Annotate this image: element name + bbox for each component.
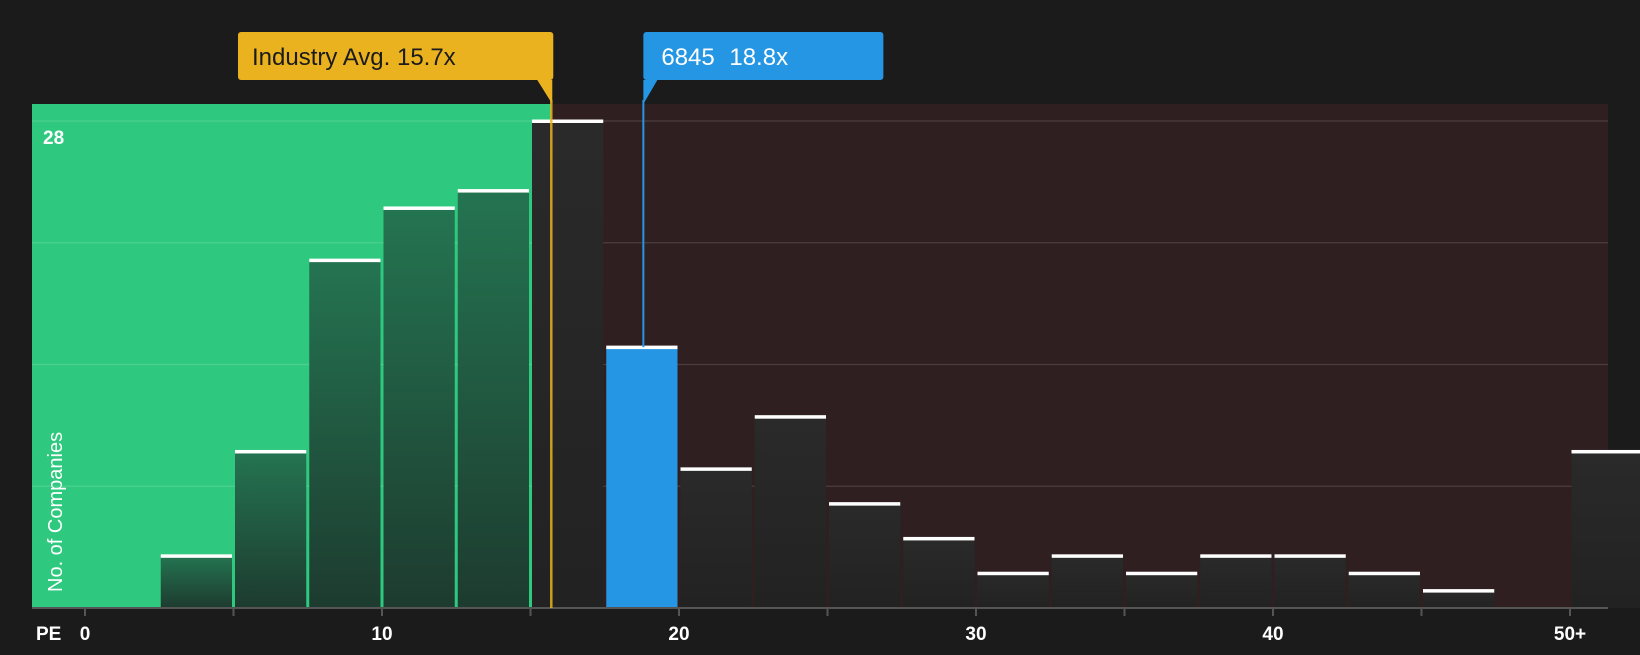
x-axis-label: PE: [36, 624, 61, 645]
industry-average-label: Industry Avg. 15.7x: [252, 44, 456, 71]
histogram-bar: [458, 191, 529, 608]
histogram-bar: [978, 573, 1049, 608]
histogram-bar: [235, 451, 306, 608]
bar-top-cap: [903, 537, 974, 541]
bar-top-cap: [606, 346, 677, 350]
x-tick-label: 10: [371, 624, 392, 645]
histogram-bar: [532, 121, 603, 608]
bar-top-cap: [384, 206, 455, 210]
histogram-bar: [1423, 591, 1494, 608]
bar-top-cap: [1423, 589, 1494, 593]
pe-distribution-chart: 0 10 20 30 40 50+ 28 No. of Companies PE Indu…: [0, 0, 1640, 650]
company-ticker: 6845: [661, 44, 714, 71]
histogram-bar: [309, 260, 380, 608]
histogram-bar: [606, 347, 677, 608]
bar-top-cap: [1572, 450, 1640, 454]
bar-top-cap: [1126, 572, 1197, 576]
histogram-bar: [1200, 556, 1271, 608]
x-tick-label: 0: [80, 624, 91, 645]
bar-top-cap: [681, 467, 752, 471]
bar-top-cap: [458, 189, 529, 193]
company-pointer: [643, 80, 657, 104]
histogram-bar: [681, 469, 752, 608]
histogram-bar: [1349, 573, 1420, 608]
bar-top-cap: [1275, 554, 1346, 558]
histogram-bar: [1052, 556, 1123, 608]
y-axis-label: No. of Companies: [45, 432, 67, 592]
histogram-bar: [1572, 451, 1640, 608]
histogram-bar: [384, 208, 455, 608]
histogram-bar: [755, 417, 826, 608]
bar-top-cap: [161, 554, 232, 558]
x-tick-label: 20: [668, 624, 689, 645]
bar-top-cap: [1200, 554, 1271, 558]
bar-top-cap: [1052, 554, 1123, 558]
x-axis: 0 10 20 30 40 50+: [32, 608, 1608, 645]
bar-top-cap: [235, 450, 306, 454]
bar-top-cap: [532, 120, 603, 124]
x-tick-label: 50+: [1554, 624, 1586, 645]
histogram-bar: [161, 556, 232, 608]
histogram-bar: [903, 538, 974, 608]
chart-svg: 0 10 20 30 40 50+ 28 No. of Companies PE Indu…: [0, 0, 1640, 650]
y-max-label: 28: [43, 128, 64, 149]
bar-top-cap: [829, 502, 900, 506]
histogram-bar: [1126, 573, 1197, 608]
x-tick-label: 30: [965, 624, 986, 645]
bar-top-cap: [755, 415, 826, 419]
histogram-bar: [829, 504, 900, 608]
bar-top-cap: [1349, 572, 1420, 576]
bar-top-cap: [978, 572, 1049, 576]
bar-top-cap: [309, 259, 380, 263]
x-tick-label: 40: [1262, 624, 1283, 645]
histogram-bar: [1275, 556, 1346, 608]
company-pe-value: 18.8x: [729, 44, 788, 71]
